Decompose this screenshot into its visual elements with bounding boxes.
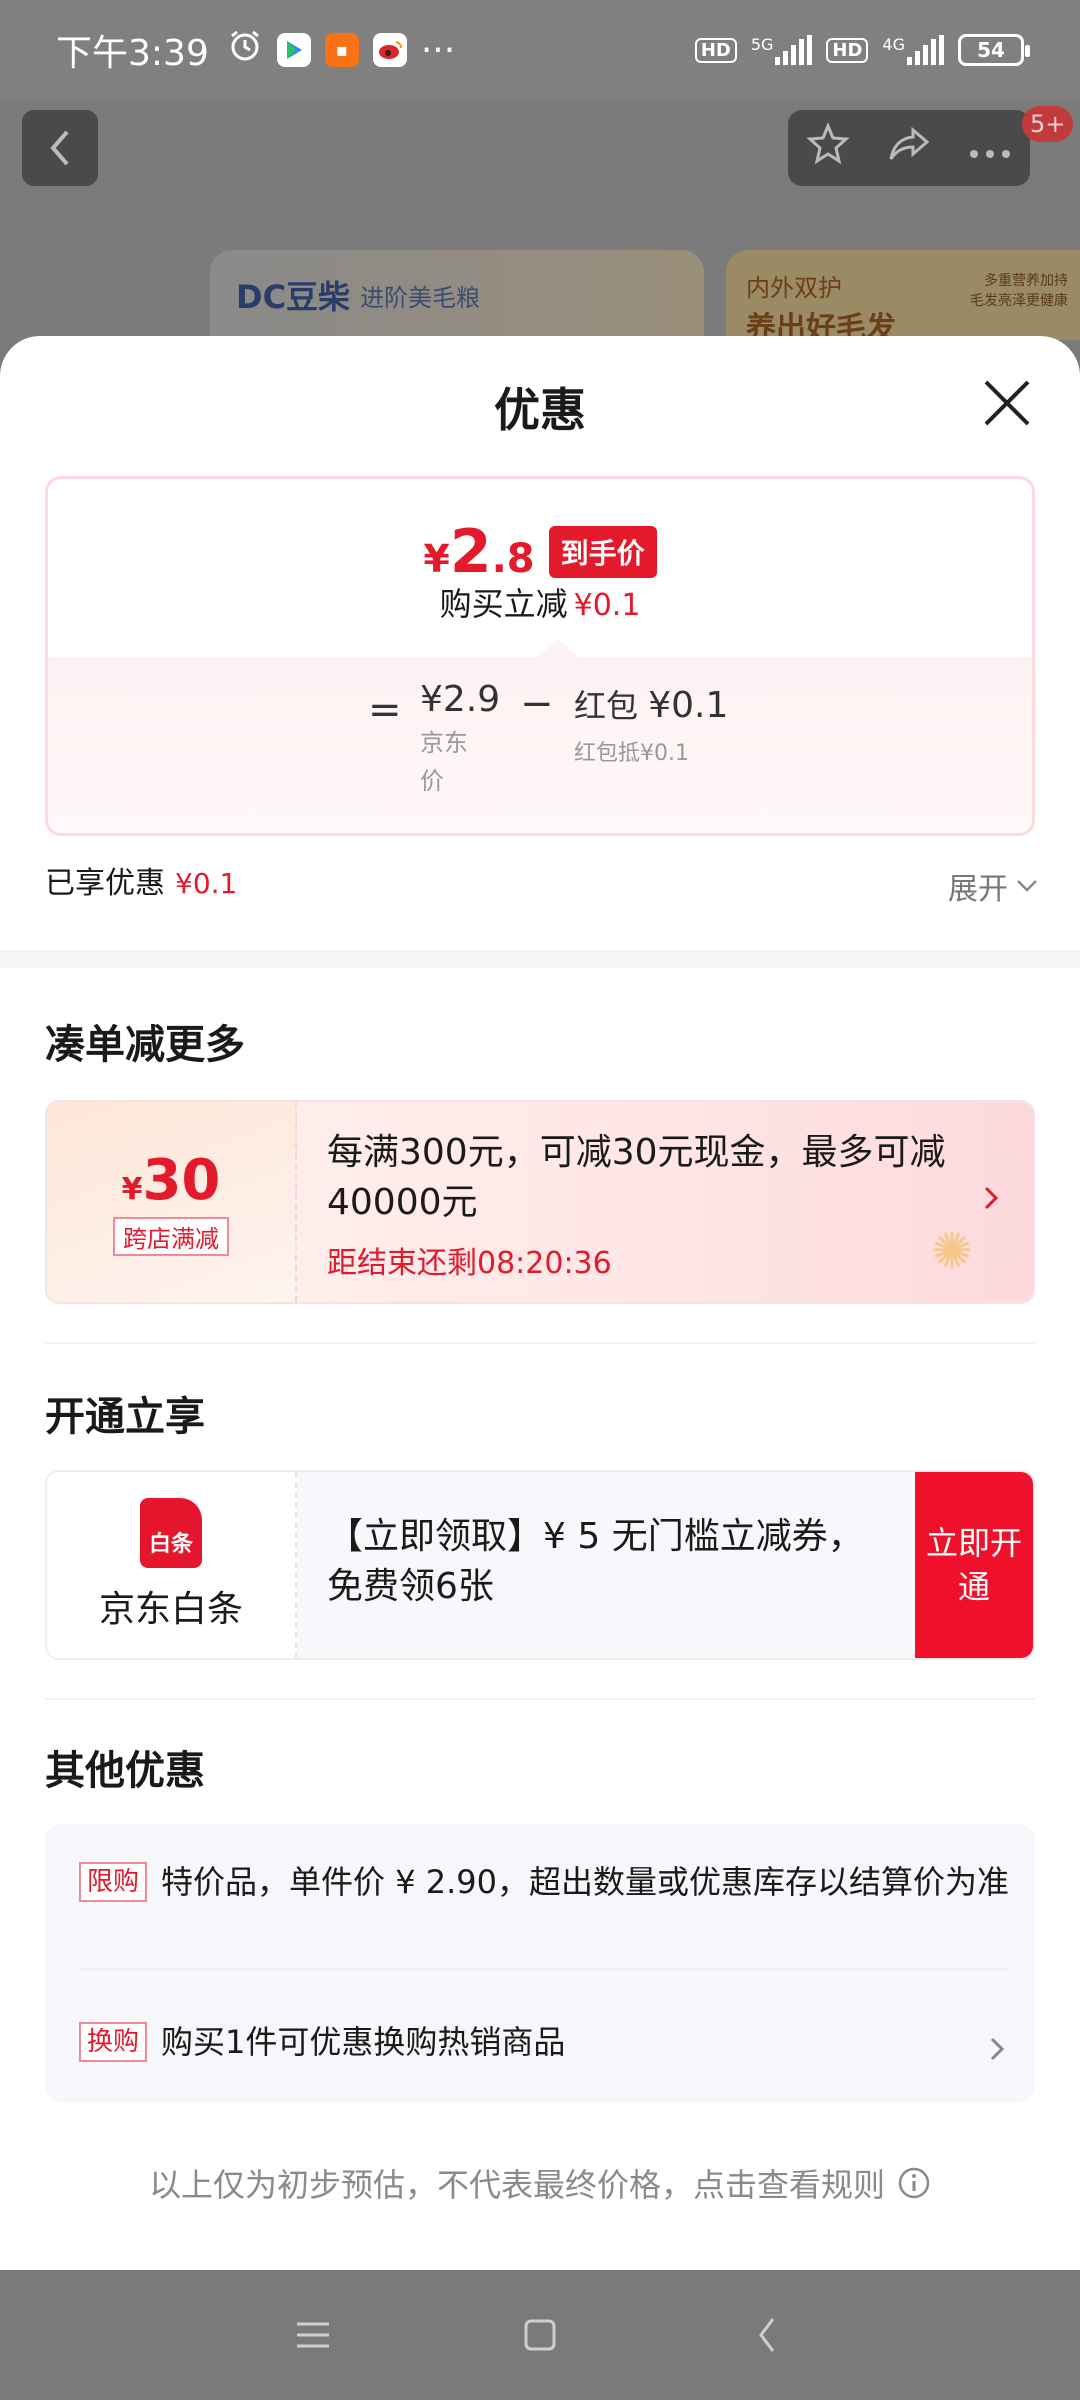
divider [45, 1342, 1035, 1344]
chevron-right-icon [983, 1180, 999, 1220]
promo-countdown: 距结束还剩08:20:36 [327, 1246, 612, 1281]
jd-price-block: ¥2.9 京东价 [420, 679, 500, 800]
limit-tag: 限购 [79, 1862, 148, 1902]
baitiao-name: 京东白条 [98, 1589, 243, 1630]
promo-amount-block: ¥30 跨店满减 [47, 1102, 297, 1302]
alarm-icon [227, 28, 263, 73]
final-price-row: ¥2.8 到手价 [48, 517, 1032, 587]
signal-4g-icon: 4G [882, 35, 944, 65]
system-back-button[interactable] [737, 2305, 797, 2365]
banner-text: 进阶美毛粮 [360, 283, 481, 312]
back-chevron-icon [758, 2318, 774, 2352]
enjoyed-discount: 已享优惠 ¥0.1 [45, 858, 237, 902]
divider [45, 1698, 1035, 1700]
star-icon [806, 121, 850, 164]
other-offers-card: 限购 特价品，单件价 ¥ 2.90，超出数量或优惠库存以结算价为准 换购 购买1… [45, 1824, 1035, 2102]
system-nav-bar [0, 2270, 1080, 2400]
section-title-other: 其他优惠 [45, 1748, 205, 1794]
more-notifications-icon: ··· [420, 29, 456, 71]
list-item-exchange[interactable]: 换购 购买1件可优惠换购热销商品 [79, 2020, 1009, 2064]
product-banner-right: 内外双护 养出好毛发 多重营养加持 毛发亮泽更健康 [726, 250, 1080, 346]
close-icon [984, 380, 1030, 426]
hongbao-note: 红包抵¥0.1 [574, 741, 689, 766]
weibo-icon [372, 33, 407, 67]
menu-icon [297, 2322, 330, 2348]
enjoyed-value: ¥0.1 [175, 867, 238, 900]
play-store-icon [276, 33, 311, 67]
open-baitiao-button[interactable]: 立即开通 [915, 1472, 1033, 1658]
section-title-more: 凑单减更多 [45, 1022, 245, 1068]
section-title-open: 开通立享 [45, 1394, 205, 1440]
footnote-text: 以上仅为初步预估，不代表最终价格，点击查看规则 [148, 2166, 885, 2204]
chevron-down-icon [1017, 880, 1037, 892]
final-price: ¥2.8 [423, 517, 535, 587]
hd-icon: HD [694, 37, 737, 63]
expand-label: 展开 [948, 872, 1008, 907]
minus-sign: − [520, 681, 554, 727]
status-notifications: ▪ ··· [227, 28, 455, 73]
share-icon [889, 126, 930, 160]
baitiao-brand: 白条 京东白条 [47, 1472, 297, 1658]
equals-sign: = [368, 687, 402, 733]
instant-reduce-row: 购买立减 ¥0.1 [48, 579, 1032, 625]
favorite-button[interactable] [806, 121, 850, 175]
list-item-limit: 限购 特价品，单件价 ¥ 2.90，超出数量或优惠库存以结算价为准 [79, 1860, 1009, 1904]
cross-store-promo-card[interactable]: ¥30 跨店满减 每满300元，可减30元现金，最多可减40000元 距结束还剩… [45, 1100, 1035, 1304]
instant-reduce-label: 购买立减 [439, 585, 568, 623]
discount-sheet: 优惠 ¥2.8 到手价 购买立减 ¥0.1 = ¥2.9 京东价 − 红包 ¥0.… [0, 336, 1080, 2270]
info-icon [898, 2167, 930, 2199]
hongbao-block: 红包 ¥0.1 红包抵¥0.1 [574, 681, 728, 767]
hongbao-value: ¥0.1 [648, 685, 729, 726]
home-button[interactable] [510, 2305, 570, 2365]
baitiao-offer-text: 【立即领取】¥ 5 无门槛立减券，免费领6张 [327, 1516, 864, 1607]
more-dots-icon [969, 149, 1010, 158]
price-breakdown-card: ¥2.8 到手价 购买立减 ¥0.1 = ¥2.9 京东价 − 红包 ¥0.1 红… [45, 476, 1035, 836]
jd-price-label: 京东价 [420, 729, 468, 795]
header-actions [788, 110, 1030, 186]
product-banner-left: DC豆柴 进阶美毛粮 [210, 250, 704, 340]
jd-price-value: ¥2.9 [420, 679, 501, 720]
expand-toggle[interactable]: 展开 [948, 864, 1038, 908]
price-formula: = ¥2.9 京东价 − 红包 ¥0.1 红包抵¥0.1 [48, 679, 1032, 799]
sparkle-decoration-icon: ✺ [931, 1222, 973, 1280]
banner-right-small: 多重营养加持 毛发亮泽更健康 [970, 273, 1068, 309]
chevron-right-icon [989, 2032, 1005, 2070]
status-bar: 下午3:39 ▪ ··· HD 5G HD 4G 54 [0, 0, 1080, 100]
close-button[interactable] [980, 376, 1034, 430]
menu-button[interactable] [283, 2305, 343, 2365]
limit-text: 特价品，单件价 ¥ 2.90，超出数量或优惠库存以结算价为准 [161, 1863, 1009, 1901]
baitiao-card: 白条 京东白条 【立即领取】¥ 5 无门槛立减券，免费领6张 立即开通 [45, 1470, 1035, 1660]
sheet-title: 优惠 [494, 383, 586, 437]
instant-reduce-value: ¥0.1 [573, 588, 641, 623]
status-time: 下午3:39 [56, 33, 209, 74]
rules-footnote[interactable]: 以上仅为初步预估，不代表最终价格，点击查看规则 [0, 2160, 1080, 2206]
product-page-header: 5+ DC豆柴 进阶美毛粮 内外双护 养出好毛发 多重营养加持 毛发亮泽更健康 [0, 100, 1080, 346]
exchange-tag: 换购 [79, 2022, 148, 2062]
brand-logo: DC豆柴 [236, 278, 351, 316]
promo-amount: ¥30 [121, 1148, 221, 1213]
section-divider [0, 950, 1080, 968]
chevron-left-icon [50, 130, 69, 166]
share-button[interactable] [887, 122, 931, 175]
signal-5g-icon: 5G [751, 35, 813, 65]
promo-tag: 跨店满减 [113, 1217, 229, 1256]
enjoyed-label: 已享优惠 [45, 866, 165, 901]
back-button[interactable] [22, 110, 98, 186]
battery-icon: 54 [958, 34, 1030, 66]
exchange-text: 购买1件可优惠换购热销商品 [161, 2023, 566, 2061]
divider [79, 1968, 1009, 1970]
hd-icon-2: HD [826, 37, 869, 63]
taobao-icon: ▪ [324, 33, 359, 67]
hongbao-label: 红包 [574, 687, 639, 725]
notification-badge: 5+ [1022, 106, 1074, 142]
home-square-icon [524, 2319, 556, 2351]
baitiao-logo-icon: 白条 [140, 1498, 202, 1568]
arrival-price-tag: 到手价 [548, 526, 657, 578]
status-system-icons: HD 5G HD 4G 54 [694, 34, 1030, 66]
promo-description: 每满300元，可减30元现金，最多可减40000元 [327, 1132, 946, 1223]
more-button[interactable] [968, 128, 1012, 169]
